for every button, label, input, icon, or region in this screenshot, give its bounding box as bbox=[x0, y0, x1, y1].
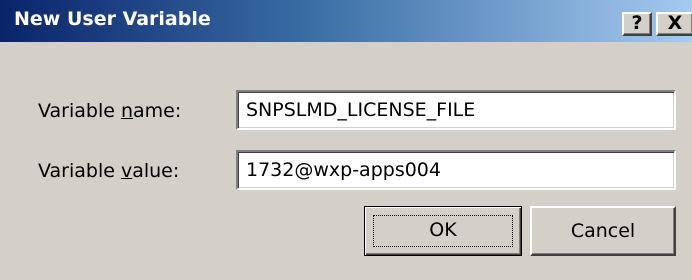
variable-value-input[interactable]: 1732@wxp-apps004 bbox=[236, 150, 676, 190]
variable-value-label-prefix: Variable bbox=[38, 160, 121, 182]
variable-value-label: Variable value: bbox=[38, 160, 179, 182]
ok-button[interactable]: OK bbox=[364, 206, 522, 256]
variable-name-label-suffix: ame: bbox=[133, 100, 182, 122]
variable-name-label: Variable name: bbox=[38, 100, 181, 122]
variable-name-label-prefix: Variable bbox=[38, 100, 121, 122]
variable-value-label-suffix: alue: bbox=[132, 160, 180, 182]
close-button[interactable]: X bbox=[656, 12, 692, 36]
title-bar[interactable]: New User Variable ? X bbox=[0, 0, 692, 42]
variable-name-label-accesskey: n bbox=[120, 100, 134, 122]
new-user-variable-dialog: New User Variable ? X Variable name: SNP… bbox=[0, 0, 692, 280]
ok-button-label: OK bbox=[429, 219, 457, 241]
variable-name-input[interactable]: SNPSLMD_LICENSE_FILE bbox=[236, 90, 676, 130]
help-button[interactable]: ? bbox=[622, 12, 652, 36]
dialog-title: New User Variable bbox=[14, 8, 211, 30]
variable-value-label-accesskey: v bbox=[120, 160, 133, 182]
close-icon: X bbox=[667, 12, 683, 34]
cancel-button-label: Cancel bbox=[570, 220, 636, 242]
help-icon: ? bbox=[631, 12, 643, 34]
cancel-button[interactable]: Cancel bbox=[530, 206, 676, 256]
